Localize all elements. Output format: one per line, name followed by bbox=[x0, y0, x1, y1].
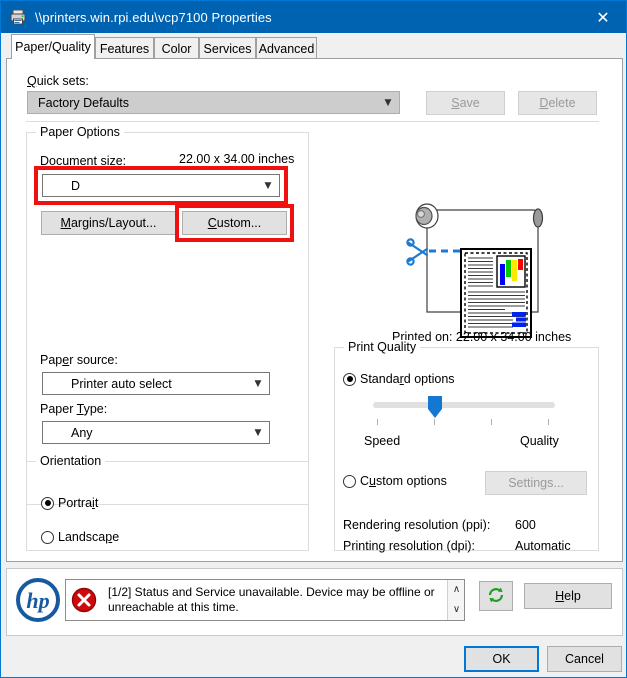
status-message-box: [1/2] Status and Service unavailable. De… bbox=[65, 579, 465, 621]
chevron-down-icon: ▼ bbox=[247, 379, 269, 389]
radio-portrait-label: Portrait bbox=[58, 496, 98, 510]
radio-dot-icon bbox=[41, 497, 54, 510]
quick-sets-label: Quick sets: bbox=[27, 74, 89, 88]
cancel-button[interactable]: Cancel bbox=[547, 646, 622, 672]
radio-landscape[interactable]: Landscape bbox=[41, 530, 119, 544]
printing-resolution-label: Printing resolution (dpi): bbox=[343, 539, 475, 553]
ok-label: OK bbox=[492, 652, 510, 666]
scroll-down-icon[interactable]: ∨ bbox=[448, 600, 465, 620]
tab-label: Features bbox=[100, 42, 149, 56]
dialog-footer: OK Cancel bbox=[1, 637, 626, 677]
settings-label: Settings... bbox=[508, 476, 564, 490]
tab-label: Advanced bbox=[259, 42, 315, 56]
rendering-resolution-label: Rendering resolution (ppi): bbox=[343, 518, 490, 532]
window-title: \\printers.win.rpi.edu\vcp7100 Propertie… bbox=[35, 10, 272, 25]
quality-slider-thumb[interactable] bbox=[427, 395, 443, 419]
help-accel: H bbox=[555, 589, 564, 603]
divider bbox=[26, 121, 599, 122]
quick-sets-value: Factory Defaults bbox=[28, 96, 377, 110]
help-label: Help bbox=[555, 589, 581, 603]
rendering-resolution-value: 600 bbox=[515, 518, 536, 532]
help-button[interactable]: Help bbox=[524, 583, 612, 609]
paper-type-value: Any bbox=[43, 426, 247, 440]
cancel-label: Cancel bbox=[565, 652, 604, 666]
paper-quality-panel: Quick sets: Factory Defaults ▼ Save Dele… bbox=[6, 58, 623, 562]
tab-label: Paper/Quality bbox=[15, 40, 91, 54]
preview-bar-red bbox=[518, 259, 523, 270]
title-bar: \\printers.win.rpi.edu\vcp7100 Propertie… bbox=[1, 1, 626, 33]
hp-logo: hp bbox=[16, 578, 60, 625]
save-button[interactable]: Save bbox=[426, 91, 505, 115]
settings-button[interactable]: Settings... bbox=[485, 471, 587, 495]
radio-dot-icon bbox=[343, 475, 356, 488]
quick-sets-combo[interactable]: Factory Defaults ▼ bbox=[27, 91, 400, 114]
slider-label-speed: Speed bbox=[364, 434, 400, 448]
radio-custom-options[interactable]: Custom options bbox=[343, 474, 447, 488]
preview-bar-blue bbox=[500, 264, 505, 285]
slider-tick bbox=[377, 419, 378, 425]
slider-tick bbox=[434, 419, 435, 425]
close-icon[interactable]: ✕ bbox=[580, 1, 626, 33]
orientation-title: Orientation bbox=[36, 454, 105, 468]
status-message-text: [1/2] Status and Service unavailable. De… bbox=[108, 585, 438, 615]
radio-standard-options-label: Standard options bbox=[360, 372, 455, 386]
radio-custom-options-label: Custom options bbox=[360, 474, 447, 488]
margins-layout-label: Margins/Layout... bbox=[61, 216, 157, 230]
radio-standard-options[interactable]: Standard options bbox=[343, 372, 455, 386]
status-bar: hp [1/2] Status and Service unavailable.… bbox=[6, 568, 623, 636]
highlight-custom-button bbox=[175, 204, 294, 242]
delete-label: Delete bbox=[539, 96, 575, 110]
save-label: Save bbox=[451, 96, 480, 110]
paper-source-value: Printer auto select bbox=[43, 377, 247, 391]
print-quality-title: Print Quality bbox=[344, 340, 420, 354]
printer-properties-window: \\printers.win.rpi.edu\vcp7100 Propertie… bbox=[0, 0, 627, 678]
tab-label: Color bbox=[162, 42, 192, 56]
printer-icon bbox=[9, 8, 27, 26]
preview-bar-green bbox=[506, 260, 511, 277]
help-rest: elp bbox=[564, 589, 581, 603]
slider-tick bbox=[491, 419, 492, 425]
paper-preview-illustration bbox=[405, 194, 555, 344]
refresh-icon bbox=[487, 586, 505, 607]
quick-sets-label-rest: uick sets: bbox=[37, 74, 89, 88]
refresh-button[interactable] bbox=[479, 581, 513, 611]
error-circle-icon bbox=[71, 587, 97, 616]
tab-label: Services bbox=[204, 42, 252, 56]
status-scrollbar[interactable]: ∧ ∨ bbox=[447, 580, 464, 620]
paper-source-label: Paper source: bbox=[40, 353, 118, 367]
highlight-document-size bbox=[34, 166, 288, 205]
tab-services[interactable]: Services bbox=[199, 37, 256, 59]
slider-label-quality: Quality bbox=[520, 434, 559, 448]
slider-tick bbox=[548, 419, 549, 425]
delete-button[interactable]: Delete bbox=[518, 91, 597, 115]
paper-type-combo[interactable]: Any ▼ bbox=[42, 421, 270, 444]
preview-bar-yellow bbox=[512, 260, 517, 281]
scroll-up-icon[interactable]: ∧ bbox=[448, 580, 465, 600]
paper-source-combo[interactable]: Printer auto select ▼ bbox=[42, 372, 270, 395]
chevron-down-icon: ▼ bbox=[377, 98, 399, 108]
quality-slider-track[interactable] bbox=[373, 402, 555, 408]
tab-strip: Paper/Quality Features Color Services Ad… bbox=[2, 33, 627, 59]
save-accel: S bbox=[451, 96, 459, 110]
ok-button[interactable]: OK bbox=[464, 646, 539, 672]
paper-type-label: Paper Type: bbox=[40, 402, 107, 416]
tab-paper-quality[interactable]: Paper/Quality bbox=[11, 34, 95, 59]
tab-advanced[interactable]: Advanced bbox=[256, 37, 317, 59]
margins-layout-button[interactable]: Margins/Layout... bbox=[41, 211, 176, 235]
delete-rest: elete bbox=[548, 96, 575, 110]
save-rest: ave bbox=[460, 96, 480, 110]
tab-color[interactable]: Color bbox=[154, 37, 199, 59]
radio-dot-icon bbox=[41, 531, 54, 544]
quick-sets-label-accel: Q bbox=[27, 74, 37, 88]
radio-portrait[interactable]: Portrait bbox=[41, 496, 98, 510]
radio-landscape-label: Landscape bbox=[58, 530, 119, 544]
tab-features[interactable]: Features bbox=[95, 37, 154, 59]
chevron-down-icon: ▼ bbox=[247, 428, 269, 438]
svg-text:hp: hp bbox=[26, 588, 49, 613]
document-size-dimensions: 22.00 x 34.00 inches bbox=[179, 152, 294, 166]
radio-dot-icon bbox=[343, 373, 356, 386]
printing-resolution-value: Automatic bbox=[515, 539, 571, 553]
paper-options-title: Paper Options bbox=[36, 125, 124, 139]
